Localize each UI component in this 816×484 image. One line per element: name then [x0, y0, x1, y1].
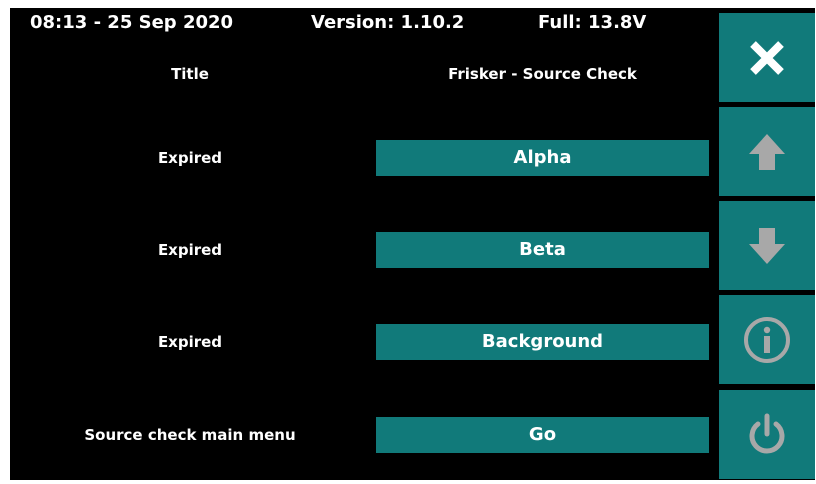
beta-status-label: Expired [157, 241, 223, 259]
background-button[interactable]: Background [376, 324, 709, 360]
info-button[interactable] [719, 295, 815, 384]
datetime-display: 08:13 - 25 Sep 2020 [30, 12, 234, 33]
scroll-down-button[interactable] [719, 201, 815, 290]
arrow-down-icon [749, 227, 785, 264]
device-screen: 08:13 - 25 Sep 2020 Version: 1.10.2 Full… [0, 0, 816, 484]
title-label: Title [171, 65, 209, 83]
alpha-button[interactable]: Alpha [376, 140, 709, 176]
info-icon [744, 316, 790, 363]
power-button[interactable] [719, 390, 815, 479]
scroll-up-button[interactable] [719, 107, 815, 196]
main-panel: 08:13 - 25 Sep 2020 Version: 1.10.2 Full… [10, 8, 815, 480]
background-status-label: Expired [157, 333, 223, 351]
go-button[interactable]: Go [376, 417, 709, 453]
alpha-status-label: Expired [157, 149, 223, 167]
beta-button[interactable]: Beta [376, 232, 709, 268]
title-value: Frisker - Source Check [448, 65, 637, 83]
arrow-up-icon [749, 133, 785, 170]
close-button[interactable] [719, 13, 815, 102]
close-icon [750, 40, 784, 75]
power-icon [749, 413, 785, 453]
main-menu-label: Source check main menu [84, 426, 296, 444]
version-display: Version: 1.10.2 [311, 12, 465, 33]
battery-status: Full: 13.8V [538, 12, 647, 33]
